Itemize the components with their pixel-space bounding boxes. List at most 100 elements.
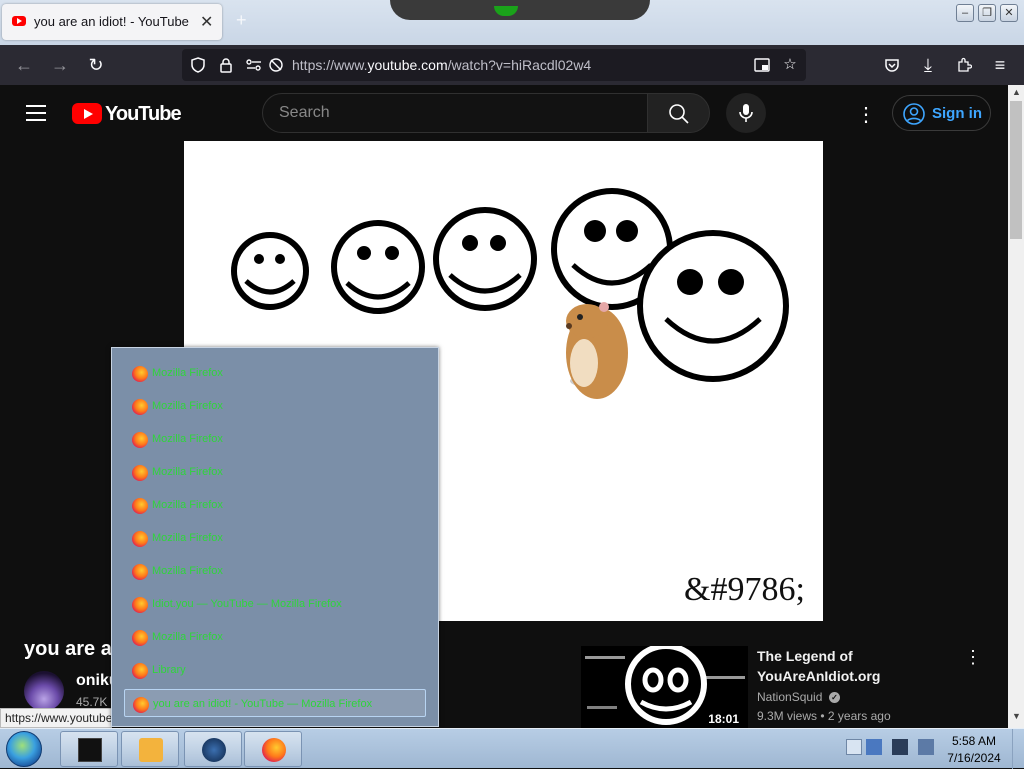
recommended-video-title[interactable]: The Legend of YouAreAnIdiot.org — [757, 646, 947, 686]
bookmark-star-icon[interactable]: ☆ — [778, 53, 802, 77]
address-bar[interactable]: https://www.youtube.com/watch?v=hiRacdl0… — [182, 49, 806, 81]
firefox-icon — [262, 738, 286, 762]
recommended-video-meta: 9.3M views • 2 years ago — [757, 709, 891, 723]
search-box[interactable] — [262, 93, 648, 133]
microphone-icon — [739, 104, 753, 122]
window-close-button[interactable]: ✕ — [1000, 4, 1018, 22]
picture-in-picture-icon[interactable] — [750, 53, 774, 77]
tray-shield-icon[interactable] — [866, 739, 882, 755]
window-list-item-label: Mozilla Firefox — [152, 400, 223, 412]
window-restore-button[interactable]: ❐ — [978, 4, 996, 22]
window-list-item[interactable]: Mozilla Firefox — [124, 557, 426, 585]
sign-in-button[interactable]: Sign in — [892, 95, 991, 131]
window-list-item-label: Mozilla Firefox — [152, 565, 223, 577]
forward-arrow-icon[interactable]: → — [48, 53, 72, 77]
window-list-item[interactable]: Idiot.you — YouTube — Mozilla Firefox — [124, 590, 426, 618]
taskbar-app-media-player[interactable] — [121, 731, 179, 767]
youtube-play-logo-icon — [72, 103, 102, 124]
taskbar-window-list: Mozilla Firefox Mozilla Firefox Mozilla Fi… — [111, 347, 439, 727]
youtube-logo-text: YouTube — [105, 103, 182, 125]
extensions-icon[interactable] — [952, 53, 976, 77]
recommended-more-icon[interactable]: ⋮ — [964, 647, 982, 668]
media-player-icon — [139, 738, 163, 762]
account-icon — [903, 103, 925, 125]
permissions-icon[interactable] — [242, 53, 266, 77]
window-list-item[interactable]: you are an idiot! - YouTube — Mozilla Fi… — [124, 689, 426, 717]
pocket-icon[interactable] — [880, 53, 904, 77]
firefox-icon — [132, 597, 148, 613]
browser-tab-strip: you are an idiot! - YouTube ✕ + – ❐ ✕ — [0, 0, 1024, 45]
downloads-icon[interactable]: ⤓ — [916, 53, 940, 77]
youtube-favicon-icon — [12, 16, 26, 26]
window-list-item-label: Mozilla Firefox — [152, 433, 223, 445]
firefox-icon — [132, 630, 148, 646]
tray-keyboard-icon[interactable] — [846, 739, 862, 755]
firefox-icon — [132, 366, 148, 382]
search-input[interactable] — [277, 103, 627, 123]
channel-avatar[interactable] — [24, 671, 64, 711]
firefox-icon — [132, 663, 148, 679]
window-list-item[interactable]: Mozilla Firefox — [124, 491, 426, 519]
url-text[interactable]: https://www.youtube.com/watch?v=hiRacdl0… — [292, 57, 591, 73]
firefox-icon — [132, 531, 148, 547]
reload-icon[interactable]: ↻ — [84, 53, 108, 77]
firefox-icon — [132, 498, 148, 514]
window-list-item-label: Mozilla Firefox — [152, 466, 223, 478]
firefox-icon — [133, 697, 149, 713]
window-list-item[interactable]: Mozilla Firefox — [124, 425, 426, 453]
taskbar-app-terminal[interactable] — [60, 731, 118, 767]
new-tab-button[interactable]: + — [236, 10, 247, 31]
voice-search-button[interactable] — [726, 93, 766, 133]
back-arrow-icon[interactable]: ← — [12, 53, 36, 77]
taskbar-app-firefox[interactable] — [244, 731, 302, 767]
firefox-icon — [132, 564, 148, 580]
recommended-video-thumbnail[interactable]: 18:01 — [581, 646, 748, 728]
terminal-icon — [78, 738, 102, 762]
taskbar-app-network[interactable] — [184, 731, 242, 767]
tray-volume-icon[interactable] — [918, 739, 934, 755]
scroll-up-arrow-icon[interactable]: ▲ — [1012, 87, 1021, 97]
search-icon — [669, 104, 689, 124]
status-bar-url: https://www.youtube.com/ — [0, 708, 112, 728]
video-duration: 18:01 — [705, 712, 742, 726]
clock-date: 7/16/2024 — [947, 751, 1001, 765]
system-clock[interactable]: 5:58 AM 7/16/2024 — [944, 733, 1004, 767]
window-list-item-label: Mozilla Firefox — [152, 532, 223, 544]
window-list-item-label: Library — [152, 664, 186, 676]
window-list-item[interactable]: Mozilla Firefox — [124, 524, 426, 552]
guide-menu-icon[interactable] — [26, 105, 46, 121]
verified-check-icon: ✓ — [829, 692, 840, 703]
video-caption-text: &#9786; — [684, 571, 805, 608]
tab-close-icon[interactable]: ✕ — [200, 12, 213, 32]
window-title-decoration — [390, 0, 650, 20]
sign-in-label: Sign in — [932, 105, 982, 122]
scroll-down-arrow-icon[interactable]: ▼ — [1012, 711, 1021, 721]
show-desktop-button[interactable] — [1012, 729, 1024, 769]
window-list-item[interactable]: Library — [124, 656, 426, 684]
settings-more-icon[interactable]: ⋮ — [856, 102, 876, 127]
recommended-channel-name[interactable]: NationSquid — [757, 690, 822, 704]
window-list-item[interactable]: Mozilla Firefox — [124, 359, 426, 387]
tracking-shield-icon[interactable] — [186, 53, 210, 77]
browser-navigation-bar: ← → ↻ https://www.youtube.com/watch?v=hi… — [0, 45, 1024, 85]
search-button[interactable] — [647, 93, 710, 133]
window-minimize-button[interactable]: – — [956, 4, 974, 22]
scrollbar-thumb[interactable] — [1010, 101, 1022, 239]
start-button[interactable] — [6, 731, 42, 767]
page-scrollbar[interactable]: ▲ ▼ — [1008, 85, 1024, 728]
lock-icon[interactable] — [214, 53, 238, 77]
clock-time: 5:58 AM — [951, 734, 997, 748]
firefox-icon — [132, 399, 148, 415]
window-list-item-label: Mozilla Firefox — [152, 499, 223, 511]
windows-taskbar: 5:58 AM 7/16/2024 — [0, 728, 1024, 769]
app-menu-icon[interactable]: ≡ — [988, 53, 1012, 77]
window-list-item[interactable]: Mozilla Firefox — [124, 623, 426, 651]
tray-network-icon[interactable] — [892, 739, 908, 755]
firefox-icon — [132, 465, 148, 481]
window-list-item[interactable]: Mozilla Firefox — [124, 392, 426, 420]
browser-tab-active[interactable]: you are an idiot! - YouTube ✕ — [2, 4, 222, 40]
autoplay-blocked-icon[interactable] — [264, 53, 288, 77]
hamster-image — [566, 302, 628, 399]
window-list-item-label: Mozilla Firefox — [152, 367, 223, 379]
window-list-item[interactable]: Mozilla Firefox — [124, 458, 426, 486]
